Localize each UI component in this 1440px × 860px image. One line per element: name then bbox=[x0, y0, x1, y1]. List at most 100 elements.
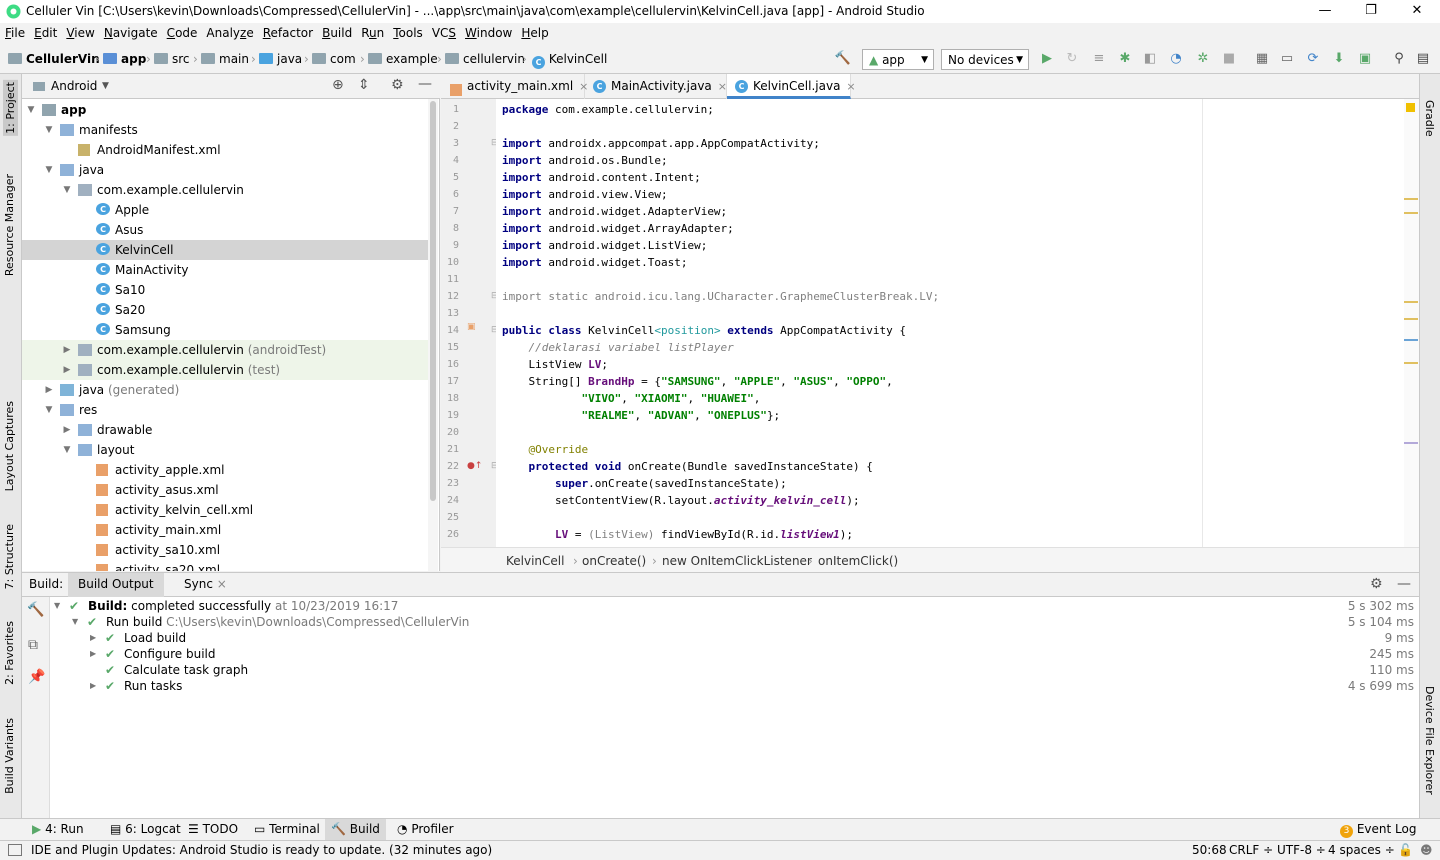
tree-item[interactable]: ▼ java bbox=[22, 160, 432, 180]
search-icon[interactable]: ⚲ bbox=[1390, 50, 1408, 68]
tab-build-variants[interactable]: Build Variants bbox=[3, 718, 16, 794]
build-hammer-icon[interactable]: 🔨 bbox=[27, 602, 44, 618]
build-row[interactable]: ▼ ✔ Run build C:\Users\kevin\Downloads\Com… bbox=[50, 614, 1419, 630]
close-tab-icon[interactable]: × bbox=[846, 80, 855, 93]
status-message[interactable]: IDE and Plugin Updates: Android Studio i… bbox=[31, 843, 492, 857]
tree-item[interactable]: activity_sa10.xml bbox=[22, 540, 432, 560]
chevron-right-icon[interactable]: ▶ bbox=[90, 646, 96, 662]
panel-toggle-icon[interactable] bbox=[8, 844, 22, 856]
tab-resource-manager[interactable]: Resource Manager bbox=[3, 174, 16, 276]
hide-icon[interactable]: — bbox=[1397, 573, 1411, 597]
tool-build[interactable]: 🔨 Build bbox=[325, 819, 386, 840]
lock-icon[interactable]: 🔓 bbox=[1398, 843, 1413, 857]
attach-icon[interactable]: ✲ bbox=[1194, 50, 1212, 68]
tree-item[interactable]: C Asus bbox=[22, 220, 432, 240]
tree-item[interactable]: ▶ java (generated) bbox=[22, 380, 432, 400]
tab-layout-captures[interactable]: Layout Captures bbox=[3, 401, 16, 491]
locate-icon[interactable]: ⊕ bbox=[332, 77, 344, 93]
project-view-select[interactable]: Android bbox=[51, 79, 97, 93]
debug-icon[interactable]: ✱ bbox=[1116, 50, 1134, 68]
sync-gradle-icon[interactable]: ▦ bbox=[1253, 50, 1271, 68]
nav-crumb-main[interactable]: main bbox=[201, 52, 249, 66]
run-icon[interactable]: ▶ bbox=[1038, 50, 1056, 68]
profile-icon[interactable]: ◔ bbox=[1167, 50, 1185, 68]
tool-event-log[interactable]: 3 Event Log bbox=[1334, 819, 1422, 840]
line-separator[interactable]: CRLF ÷ bbox=[1229, 843, 1273, 857]
chevron-down-icon[interactable]: ▼ bbox=[44, 160, 54, 180]
tab-device-file-explorer[interactable]: Device File Explorer bbox=[1423, 686, 1436, 795]
scrollbar-thumb[interactable] bbox=[430, 101, 436, 501]
nav-crumb-java[interactable]: java bbox=[259, 52, 302, 66]
menu-refactor[interactable]: Refactor bbox=[258, 23, 317, 45]
tree-item[interactable]: C MainActivity bbox=[22, 260, 432, 280]
nav-crumb-cellulervin[interactable]: cellulervin bbox=[445, 52, 525, 66]
tab-favorites[interactable]: 2: Favorites bbox=[3, 621, 16, 685]
chevron-down-icon[interactable]: ▼ bbox=[62, 440, 72, 460]
chevron-right-icon[interactable]: ▶ bbox=[62, 340, 72, 360]
tab-gradle[interactable]: Gradle bbox=[1423, 100, 1436, 137]
minimize-button[interactable]: — bbox=[1302, 0, 1348, 23]
avd-manager-icon[interactable]: ▭ bbox=[1278, 50, 1296, 68]
chevron-right-icon[interactable]: ▶ bbox=[62, 420, 72, 440]
close-tab-icon[interactable]: × bbox=[718, 80, 727, 93]
tab-build-output[interactable]: Build Output bbox=[68, 573, 164, 597]
apply-code-changes-icon[interactable]: ≡ bbox=[1090, 50, 1108, 68]
menu-file[interactable]: File bbox=[0, 23, 29, 45]
build-row[interactable]: ▼ ✔ Build: completed successfully at 10/23… bbox=[50, 598, 1419, 614]
maximize-button[interactable]: ❐ bbox=[1348, 0, 1394, 23]
tree-item[interactable]: C Sa20 bbox=[22, 300, 432, 320]
tab-mainactivity-java[interactable]: C MainActivity.java × bbox=[585, 74, 727, 99]
device-icon[interactable]: ▣ bbox=[1356, 50, 1374, 68]
chevron-down-icon[interactable]: ▼ bbox=[62, 180, 72, 200]
file-encoding[interactable]: UTF-8 ÷ bbox=[1277, 843, 1326, 857]
breadcrumb-class[interactable]: KelvinCell bbox=[506, 554, 564, 568]
tab-kelvincell-java[interactable]: C KelvinCell.java × bbox=[727, 74, 856, 99]
build-row[interactable]: ▶ ✔ Configure build 245 ms bbox=[50, 646, 1419, 662]
breadcrumb-callback[interactable]: onItemClick() bbox=[818, 554, 898, 568]
tool-todo[interactable]: ☰ TODO bbox=[182, 819, 244, 840]
menu-window[interactable]: Window bbox=[460, 23, 516, 45]
build-row[interactable]: ✔ Calculate task graph 110 ms bbox=[50, 662, 1419, 678]
apply-changes-icon[interactable]: ↻ bbox=[1063, 50, 1081, 68]
tree-item[interactable]: ▼ manifests bbox=[22, 120, 432, 140]
chevron-down-icon[interactable]: ▼ bbox=[26, 100, 36, 120]
gear-icon[interactable]: ⚙ bbox=[1370, 573, 1383, 597]
chevron-right-icon[interactable]: ▶ bbox=[62, 360, 72, 380]
nav-crumb-src[interactable]: src bbox=[154, 52, 190, 66]
pin-icon[interactable]: 📌 bbox=[28, 669, 45, 685]
related-layout-icon[interactable]: ▣ bbox=[467, 322, 476, 332]
menu-code[interactable]: Code bbox=[162, 23, 202, 45]
tab-structure[interactable]: 7: Structure bbox=[3, 524, 16, 589]
tab-sync[interactable]: Sync × bbox=[174, 573, 237, 597]
tree-item[interactable]: ▶ com.example.cellulervin (test) bbox=[22, 360, 432, 380]
gear-icon[interactable]: ⚙ bbox=[391, 77, 404, 93]
nav-crumb-app[interactable]: app bbox=[103, 52, 146, 66]
tool-terminal[interactable]: ▭ Terminal bbox=[248, 819, 326, 840]
tree-item[interactable]: activity_sa20.xml bbox=[22, 560, 432, 571]
build-row[interactable]: ▶ ✔ Load build 9 ms bbox=[50, 630, 1419, 646]
toggle-view-icon[interactable]: ⧉ bbox=[28, 637, 38, 653]
chevron-right-icon[interactable]: ▶ bbox=[90, 630, 96, 646]
sync-icon[interactable]: ⟳ bbox=[1304, 50, 1322, 68]
tree-item[interactable]: ▼ app bbox=[22, 100, 432, 120]
tree-item[interactable]: AndroidManifest.xml bbox=[22, 140, 432, 160]
tree-item[interactable]: activity_main.xml bbox=[22, 520, 432, 540]
collapse-all-icon[interactable]: ⇕ bbox=[358, 77, 370, 93]
tree-item[interactable]: activity_apple.xml bbox=[22, 460, 432, 480]
chevron-down-icon[interactable]: ▼ bbox=[54, 598, 60, 614]
menu-help[interactable]: Help bbox=[516, 23, 552, 45]
chevron-down-icon[interactable]: ▼ bbox=[44, 120, 54, 140]
tree-item[interactable]: ▼ com.example.cellulervin bbox=[22, 180, 432, 200]
nav-crumb-com[interactable]: com bbox=[312, 52, 356, 66]
tree-item[interactable]: activity_asus.xml bbox=[22, 480, 432, 500]
tree-item[interactable]: C Sa10 bbox=[22, 280, 432, 300]
tree-item[interactable]: ▼ res bbox=[22, 400, 432, 420]
override-marker-icon[interactable]: ●↑ bbox=[467, 461, 482, 471]
menu-view[interactable]: View bbox=[61, 23, 98, 45]
nav-crumb-example[interactable]: example bbox=[368, 52, 438, 66]
tree-item[interactable]: C Samsung bbox=[22, 320, 432, 340]
tree-item[interactable]: C KelvinCell bbox=[22, 240, 432, 260]
close-tab-icon[interactable]: × bbox=[217, 577, 227, 591]
tool-run[interactable]: ▶ 4: Run bbox=[26, 819, 90, 840]
tree-scrollbar[interactable] bbox=[428, 99, 438, 571]
